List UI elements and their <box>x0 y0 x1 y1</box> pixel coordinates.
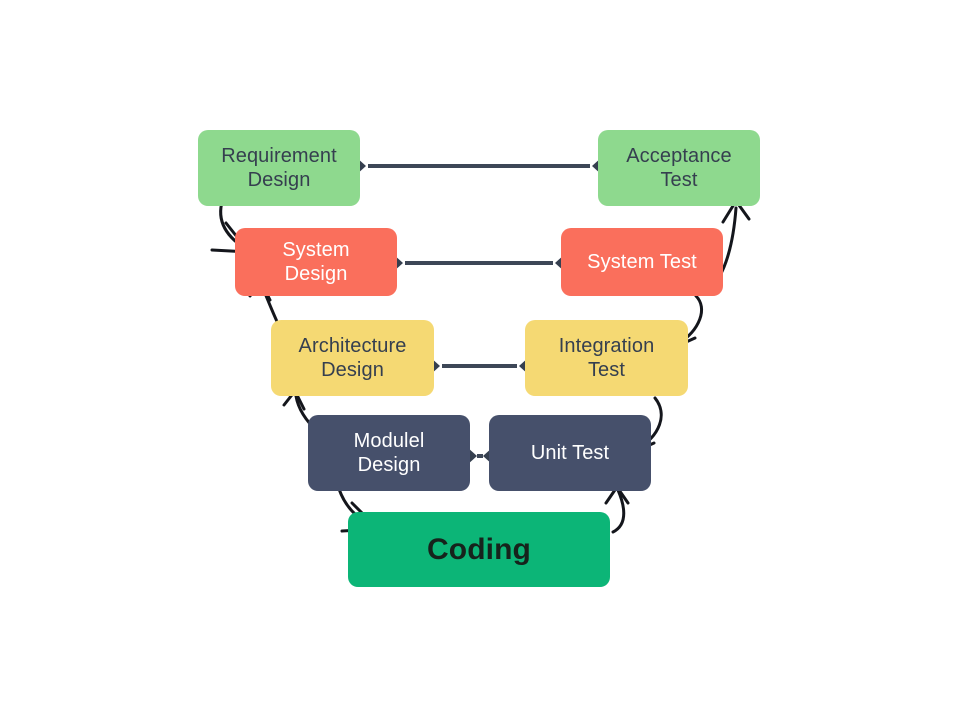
node-system-design[interactable]: System Design <box>235 228 397 296</box>
node-label: System Test <box>587 251 697 273</box>
node-label: Integration Test <box>558 335 655 381</box>
node-coding[interactable]: Coding <box>348 512 610 587</box>
link-level-2 <box>383 254 575 272</box>
node-label: Acceptance Test <box>626 145 732 191</box>
link-level-1 <box>346 157 612 175</box>
node-architecture-design[interactable]: Architecture Design <box>271 320 434 396</box>
node-modulel-design[interactable]: Modulel Design <box>308 415 470 491</box>
node-integration-test[interactable]: Integration Test <box>525 320 688 396</box>
node-label: Coding <box>427 532 531 566</box>
node-label: Architecture Design <box>298 335 407 381</box>
node-label: Requirement Design <box>221 145 337 191</box>
node-requirement-design[interactable]: Requirement Design <box>198 130 360 206</box>
node-label: Modulel Design <box>353 430 425 476</box>
connector-layer <box>210 157 751 534</box>
node-system-test[interactable]: System Test <box>561 228 723 296</box>
node-unit-test[interactable]: Unit Test <box>489 415 651 491</box>
link-level-3 <box>420 357 539 375</box>
node-label: Unit Test <box>530 442 610 464</box>
node-label: System Design <box>282 239 350 285</box>
node-acceptance-test[interactable]: Acceptance Test <box>598 130 760 206</box>
diagram-canvas: Requirement Design Acceptance Test Syste… <box>0 0 960 720</box>
